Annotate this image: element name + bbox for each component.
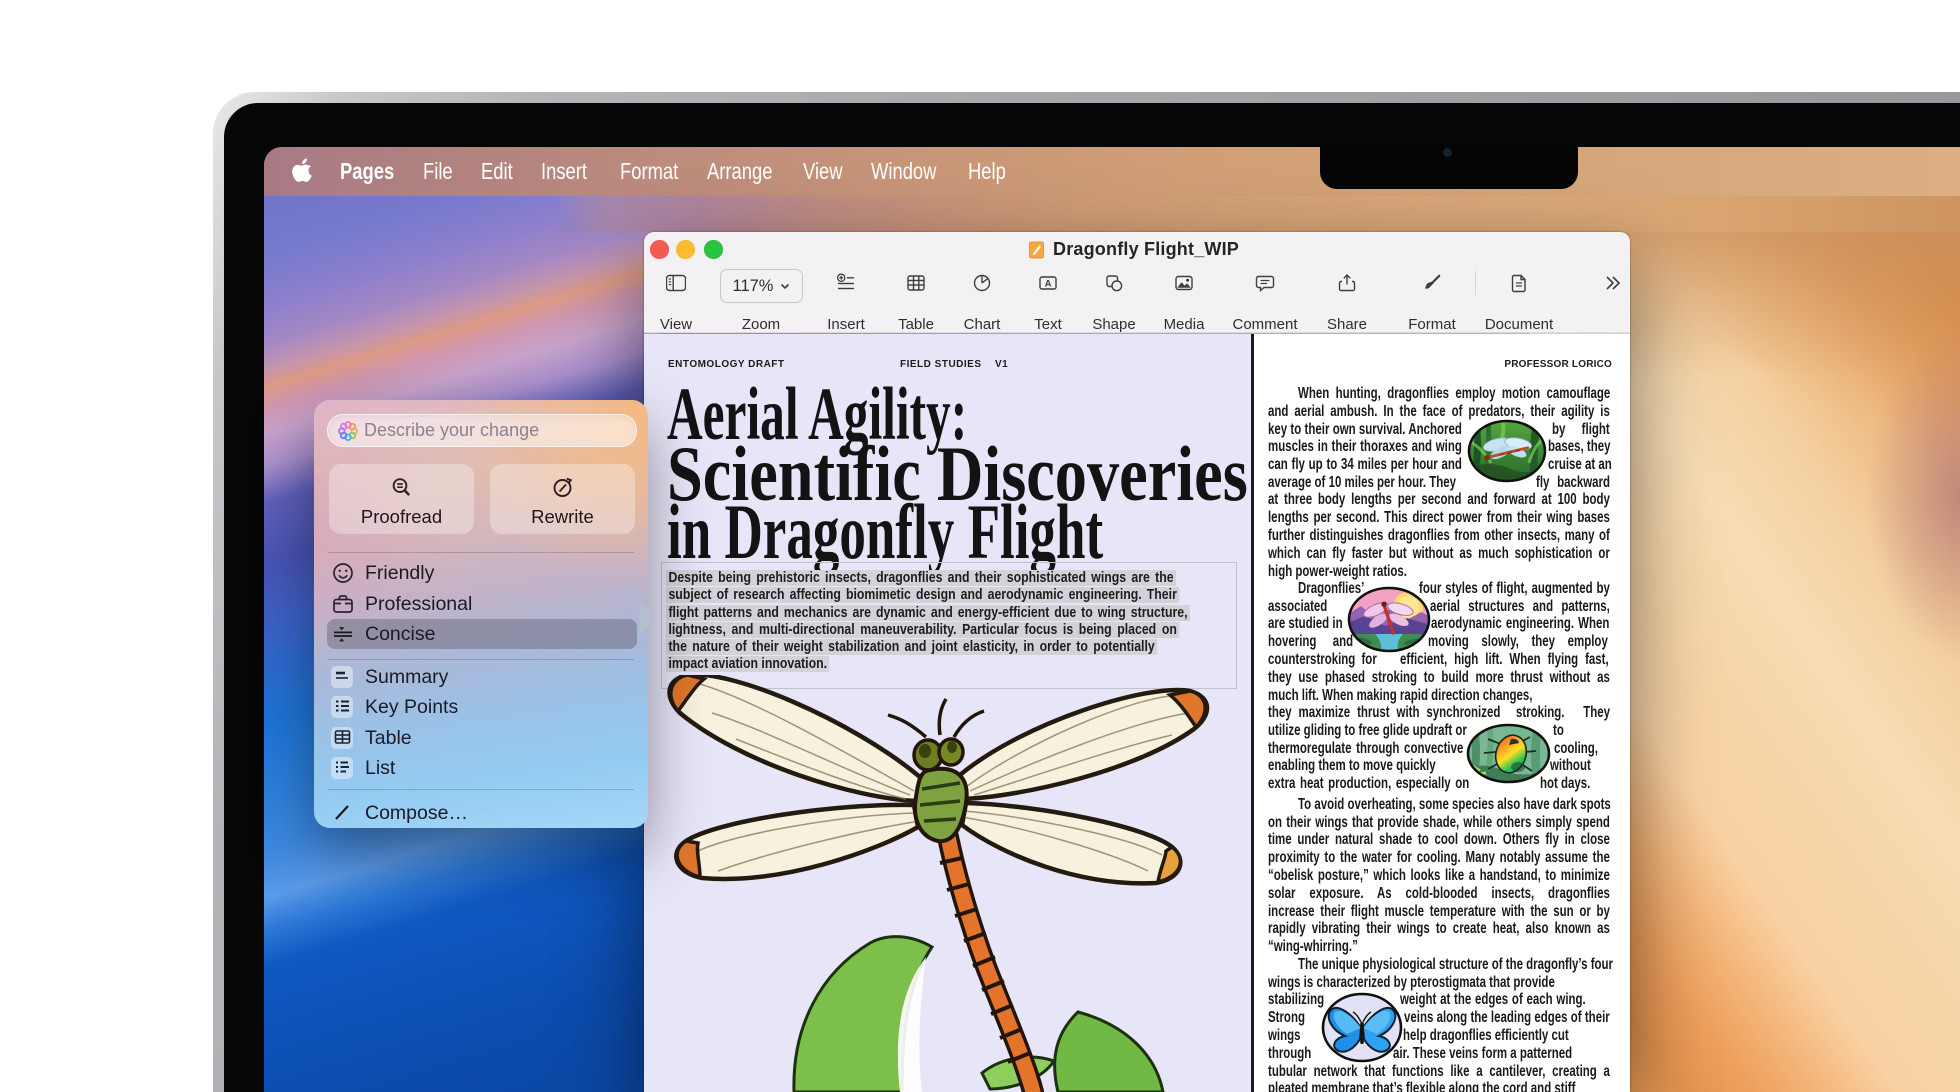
svg-text:A: A: [1045, 279, 1052, 290]
